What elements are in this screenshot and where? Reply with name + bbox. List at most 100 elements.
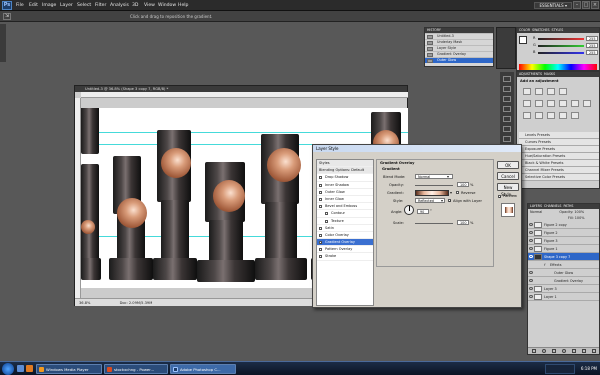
style-item-satin[interactable]: Satin bbox=[317, 225, 373, 232]
layers-opacity[interactable]: 100% bbox=[574, 210, 584, 214]
checkbox[interactable] bbox=[319, 183, 322, 187]
opacity-slider[interactable] bbox=[415, 185, 453, 186]
eye-icon[interactable] bbox=[529, 255, 533, 258]
trash-icon[interactable] bbox=[592, 349, 596, 353]
preset-item[interactable]: Hue/Saturation Presets bbox=[519, 153, 599, 160]
crop-tool-icon[interactable] bbox=[503, 96, 511, 102]
chevron-down-icon[interactable]: ▾ bbox=[450, 190, 452, 195]
eye-icon[interactable] bbox=[529, 223, 533, 226]
invert-icon[interactable] bbox=[523, 112, 531, 119]
angle-input[interactable]: 90 bbox=[417, 209, 429, 214]
selective-color-icon[interactable] bbox=[571, 112, 579, 119]
horizontal-ruler[interactable] bbox=[81, 92, 408, 98]
tab-paths[interactable]: PATHS bbox=[563, 204, 573, 208]
preset-item[interactable]: Black & White Presets bbox=[519, 160, 599, 167]
checkbox[interactable] bbox=[325, 212, 328, 216]
new-group-icon[interactable] bbox=[572, 349, 576, 353]
style-item-drop-shadow[interactable]: Drop Shadow bbox=[317, 174, 373, 182]
menu-analysis[interactable]: Analysis bbox=[110, 3, 129, 8]
quicklaunch-icon[interactable] bbox=[26, 365, 33, 372]
checkbox[interactable] bbox=[319, 176, 322, 180]
move-tool-icon[interactable]: ⇲ bbox=[3, 13, 11, 20]
g-slider[interactable] bbox=[538, 45, 584, 47]
eye-icon[interactable] bbox=[529, 279, 533, 282]
layer-row[interactable]: Layer 3 bbox=[528, 285, 599, 293]
r-value[interactable]: 255 bbox=[586, 36, 598, 41]
menu-window[interactable]: Window bbox=[158, 3, 176, 8]
new-style-button[interactable]: New Style... bbox=[497, 183, 519, 197]
menu-help[interactable]: Help bbox=[178, 3, 188, 8]
curves-icon[interactable] bbox=[547, 88, 555, 95]
posterize-icon[interactable] bbox=[535, 112, 543, 119]
tab-swatches[interactable]: SWATCHES bbox=[532, 28, 549, 32]
layer-row[interactable]: Figure 1 bbox=[528, 245, 599, 253]
angle-dial[interactable] bbox=[404, 205, 414, 215]
menu-file[interactable]: File bbox=[16, 3, 24, 8]
layer-effect-row[interactable]: Outer Glow bbox=[528, 269, 599, 277]
tab-layers[interactable]: LAYERS bbox=[530, 204, 542, 208]
ok-button[interactable]: OK bbox=[497, 161, 519, 169]
checkbox[interactable] bbox=[319, 190, 322, 194]
foreground-swatch[interactable] bbox=[519, 36, 527, 44]
minimize-icon[interactable]: – bbox=[573, 1, 581, 9]
checkbox-checked[interactable]: ✓ bbox=[319, 241, 323, 245]
maximize-icon[interactable]: □ bbox=[582, 1, 590, 9]
link-layers-icon[interactable] bbox=[532, 349, 536, 353]
style-item-texture[interactable]: Texture bbox=[317, 218, 373, 225]
checkbox[interactable] bbox=[319, 226, 322, 230]
taskbar-button-browser[interactable]: stockxchng - Power... bbox=[104, 364, 168, 374]
photo-filter-icon[interactable] bbox=[571, 100, 579, 107]
marquee-tool-icon[interactable] bbox=[503, 76, 511, 82]
preset-item[interactable]: Channel Mixer Presets bbox=[519, 167, 599, 174]
type-tool-icon[interactable] bbox=[503, 126, 511, 132]
add-mask-icon[interactable] bbox=[552, 349, 556, 353]
g-value[interactable]: 255 bbox=[586, 43, 598, 48]
layer-row[interactable]: Figure 2 bbox=[528, 229, 599, 237]
styles-list-header[interactable]: Styles bbox=[317, 160, 373, 168]
layer-row[interactable]: Figure 2 copy bbox=[528, 221, 599, 229]
checkbox[interactable] bbox=[319, 205, 322, 209]
style-item-inner-glow[interactable]: Inner Glow bbox=[317, 196, 373, 204]
adjustments-panel-tabs[interactable]: ADJUSTMENTS MASKS bbox=[517, 72, 599, 77]
guide-line[interactable] bbox=[81, 132, 408, 133]
brush-tool-icon[interactable] bbox=[503, 106, 511, 112]
eye-icon[interactable] bbox=[529, 271, 533, 274]
checkbox[interactable] bbox=[319, 233, 322, 237]
eye-icon[interactable] bbox=[529, 239, 533, 242]
gradient-swatch[interactable] bbox=[415, 190, 449, 196]
b-value[interactable]: 255 bbox=[586, 50, 598, 55]
style-item-contour[interactable]: Contour bbox=[317, 210, 373, 218]
menu-select[interactable]: Select bbox=[77, 3, 91, 8]
style-item-stroke[interactable]: Stroke bbox=[317, 253, 373, 261]
r-slider[interactable] bbox=[538, 38, 584, 40]
style-item-inner-shadow[interactable]: Inner Shadow bbox=[317, 182, 373, 189]
hue-saturation-icon[interactable] bbox=[535, 100, 543, 107]
eraser-tool-icon[interactable] bbox=[503, 116, 511, 122]
tab-styles[interactable]: STYLES bbox=[552, 28, 564, 32]
exposure-icon[interactable] bbox=[559, 88, 567, 95]
menu-filter[interactable]: Filter bbox=[95, 3, 106, 8]
color-spectrum[interactable] bbox=[519, 64, 597, 70]
layer-row[interactable]: Layer 1 bbox=[528, 293, 599, 301]
close-icon[interactable]: × bbox=[591, 1, 599, 9]
scale-input[interactable]: 100 bbox=[457, 220, 469, 225]
cancel-button[interactable]: Cancel bbox=[497, 172, 519, 180]
layers-blend-mode[interactable]: Normal bbox=[530, 210, 542, 214]
menu-layer[interactable]: Layer bbox=[60, 3, 73, 8]
layer-effect-row[interactable]: Gradient Overlay bbox=[528, 277, 599, 285]
menu-image[interactable]: Image bbox=[42, 3, 56, 8]
layer-row-selected[interactable]: Shape 3 copy 7 bbox=[528, 253, 599, 261]
doc-size[interactable]: Doc: 2.09M/5.39M bbox=[120, 301, 153, 305]
scale-slider[interactable] bbox=[415, 223, 453, 224]
channel-mixer-icon[interactable] bbox=[583, 100, 591, 107]
zoom-level[interactable]: 36.8% bbox=[79, 301, 90, 305]
levels-icon[interactable] bbox=[535, 88, 543, 95]
color-panel-tabs[interactable]: COLOR SWATCHES STYLES bbox=[517, 28, 599, 33]
tab-color[interactable]: COLOR bbox=[519, 28, 530, 32]
workspace-switcher[interactable]: ESSENTIALS ▾ bbox=[534, 2, 572, 9]
brightness-icon[interactable] bbox=[523, 88, 531, 95]
menu-view[interactable]: View bbox=[144, 3, 155, 8]
preset-item[interactable]: Selective Color Presets bbox=[519, 174, 599, 181]
style-item-gradient-overlay[interactable]: ✓ Gradient Overlay bbox=[317, 239, 373, 247]
tab-channels[interactable]: CHANNELS bbox=[544, 204, 561, 208]
